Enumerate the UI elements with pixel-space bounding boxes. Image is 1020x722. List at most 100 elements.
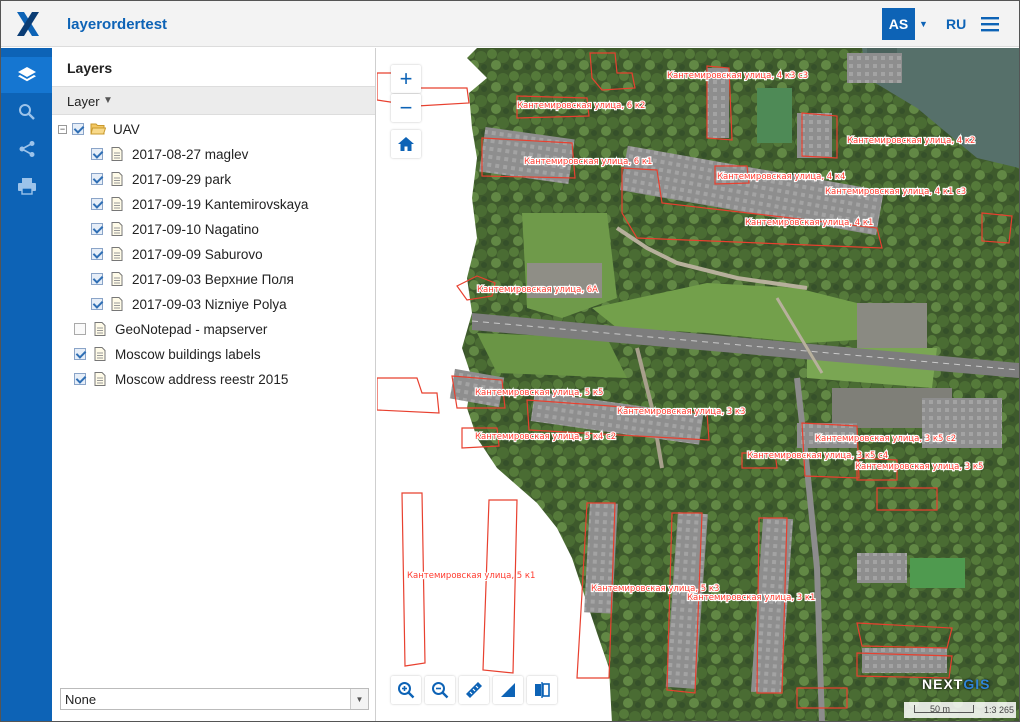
layer-label: 2017-08-27 maglev: [132, 146, 249, 162]
nextgis-brand-logo: NEXTGIS: [922, 676, 990, 692]
hamburger-icon[interactable]: [980, 15, 1000, 33]
scale-label: 50 m: [930, 704, 951, 714]
tree-layer-item[interactable]: 2017-09-09 Saburovo: [91, 243, 263, 265]
tree-layer-item[interactable]: 2017-09-19 Kantemirovskaya: [91, 193, 308, 215]
layer-label: GeoNotepad - mapserver: [115, 321, 268, 337]
address-label: Кантемировская улица, 3 к5: [855, 462, 983, 472]
layer-checkbox[interactable]: [91, 198, 103, 210]
user-account-button[interactable]: AS: [882, 8, 915, 40]
tree-group-uav[interactable]: − UAV: [58, 118, 140, 140]
layer-label: 2017-09-09 Saburovo: [132, 246, 263, 262]
tree-layer-item[interactable]: Moscow buildings labels: [74, 343, 261, 365]
layer-label: 2017-09-10 Nagatino: [132, 221, 259, 237]
ruler-icon: [466, 682, 482, 698]
raster-layer-icon: [111, 172, 123, 186]
basemap-select[interactable]: None ▼: [60, 688, 369, 710]
zoom-out-box-tool[interactable]: [425, 676, 455, 704]
layer-checkbox[interactable]: [91, 148, 103, 160]
layer-checkbox[interactable]: [91, 273, 103, 285]
map-view[interactable]: Кантемировская улица, 4 к3 с3 Кантемиров…: [377, 48, 1019, 721]
map-toolbar: [391, 676, 557, 706]
layer-label: 2017-09-19 Kantemirovskaya: [132, 196, 309, 212]
chevron-down-icon[interactable]: ▼: [919, 19, 928, 29]
layer-checkbox[interactable]: [91, 223, 103, 235]
tree-layer-item[interactable]: 2017-09-10 Nagatino: [91, 218, 259, 240]
address-label: Кантемировская улица, 4 к4: [717, 172, 845, 182]
tree-layer-item[interactable]: GeoNotepad - mapserver: [74, 318, 267, 340]
sort-caret-icon[interactable]: ▼: [103, 95, 113, 106]
share-button[interactable]: [1, 131, 52, 167]
search-icon: [18, 104, 35, 120]
address-label: Кантемировская улица, 5 к4 с2: [475, 432, 616, 442]
top-header: layerordertest AS ▼ RU: [1, 1, 1019, 47]
brand-suffix: GIS: [963, 676, 991, 692]
address-label: Кантемировская улица, 3 к3: [617, 407, 745, 417]
search-button[interactable]: [1, 94, 52, 130]
app-title[interactable]: layerordertest: [67, 16, 167, 33]
layer-label: Moscow address reestr 2015: [115, 371, 289, 387]
layers-panel: Layers Layer ▼ − UAV 2017-08-27 maglev 2…: [52, 48, 376, 721]
aerial-imagery: Кантемировская улица, 4 к3 с3 Кантемиров…: [377, 48, 1019, 721]
measure-distance-tool[interactable]: [459, 676, 489, 704]
layer-label: 2017-09-29 park: [132, 171, 232, 187]
swipe-compare-tool[interactable]: [527, 676, 557, 704]
tree-layer-item[interactable]: Moscow address reestr 2015: [74, 368, 288, 390]
address-label: Кантемировская улица, 6А: [477, 285, 598, 295]
layers-panel-button[interactable]: [1, 57, 52, 93]
scale-bar: 50 m 1:3 265: [904, 702, 1016, 718]
layer-column-header[interactable]: Layer ▼: [52, 86, 375, 115]
tree-layer-item[interactable]: 2017-09-03 Верхние Поля: [91, 268, 294, 290]
address-label: Кантемировская улица, 4 к1 с3: [825, 187, 966, 197]
address-label: Кантемировская улица, 5 к5: [475, 388, 603, 398]
raster-layer-icon: [111, 222, 123, 236]
layer-checkbox[interactable]: [74, 373, 86, 385]
collapse-icon[interactable]: −: [58, 124, 67, 134]
address-label: Кантемировская улица, 3 к5 с2: [815, 434, 956, 444]
address-label: Кантемировская улица, 6 к2: [517, 101, 645, 111]
print-button[interactable]: [1, 168, 52, 204]
tree-layer-item[interactable]: 2017-09-03 Nizniye Polya: [91, 293, 287, 315]
tree-group-label: UAV: [113, 121, 140, 137]
address-label: Кантемировская улица, 4 к2: [847, 136, 975, 146]
layers-icon: [17, 67, 36, 82]
raster-layer-icon: [111, 272, 123, 286]
minus-icon: −: [399, 95, 413, 120]
language-switch-button[interactable]: RU: [946, 16, 966, 32]
layer-checkbox[interactable]: [72, 123, 84, 135]
layer-checkbox[interactable]: [74, 348, 86, 360]
layer-checkbox[interactable]: [91, 173, 103, 185]
home-extent-button[interactable]: [391, 130, 421, 158]
layer-checkbox[interactable]: [91, 248, 103, 260]
raster-layer-icon: [111, 247, 123, 261]
address-label: Кантемировская улица, 6 к1: [524, 157, 652, 167]
zoom-out-icon: [432, 682, 449, 699]
print-icon: [17, 178, 36, 195]
side-toolbar: [1, 48, 52, 721]
basemap-select-value: None: [65, 692, 97, 707]
swipe-icon: [535, 682, 550, 698]
address-label: Кантемировская улица, 5 к1: [407, 571, 535, 581]
layer-column-label: Layer: [67, 94, 100, 109]
tree-layer-item[interactable]: 2017-09-29 park: [91, 168, 231, 190]
zoom-in-button[interactable]: +: [391, 65, 421, 93]
zoom-in-box-tool[interactable]: [391, 676, 421, 704]
address-label: Кантемировская улица, 4 к3 с3: [667, 71, 808, 81]
layer-label: 2017-09-03 Верхние Поля: [132, 271, 294, 287]
chevron-down-icon[interactable]: ▼: [350, 689, 368, 709]
plus-icon: +: [399, 66, 413, 91]
zoom-out-button[interactable]: −: [391, 94, 421, 122]
vector-layer-icon: [94, 372, 106, 386]
address-label: Кантемировская улица, 3 к1: [687, 593, 815, 603]
measure-area-tool[interactable]: [493, 676, 523, 704]
tree-layer-item[interactable]: 2017-08-27 maglev: [91, 143, 248, 165]
address-label: Кантемировская улица, 4 к1: [745, 218, 873, 228]
app-window: layerordertest AS ▼ RU Layers Layer ▼ − …: [0, 0, 1020, 722]
nextgis-logo-icon[interactable]: [15, 10, 41, 38]
area-icon: [501, 683, 515, 697]
scale-ratio: 1:3 265: [984, 705, 1015, 715]
address-label: Кантемировская улица, 3 к5 с4: [747, 451, 888, 461]
share-icon: [19, 141, 34, 157]
home-icon: [398, 137, 414, 151]
layer-checkbox[interactable]: [74, 323, 86, 335]
layer-checkbox[interactable]: [91, 298, 103, 310]
